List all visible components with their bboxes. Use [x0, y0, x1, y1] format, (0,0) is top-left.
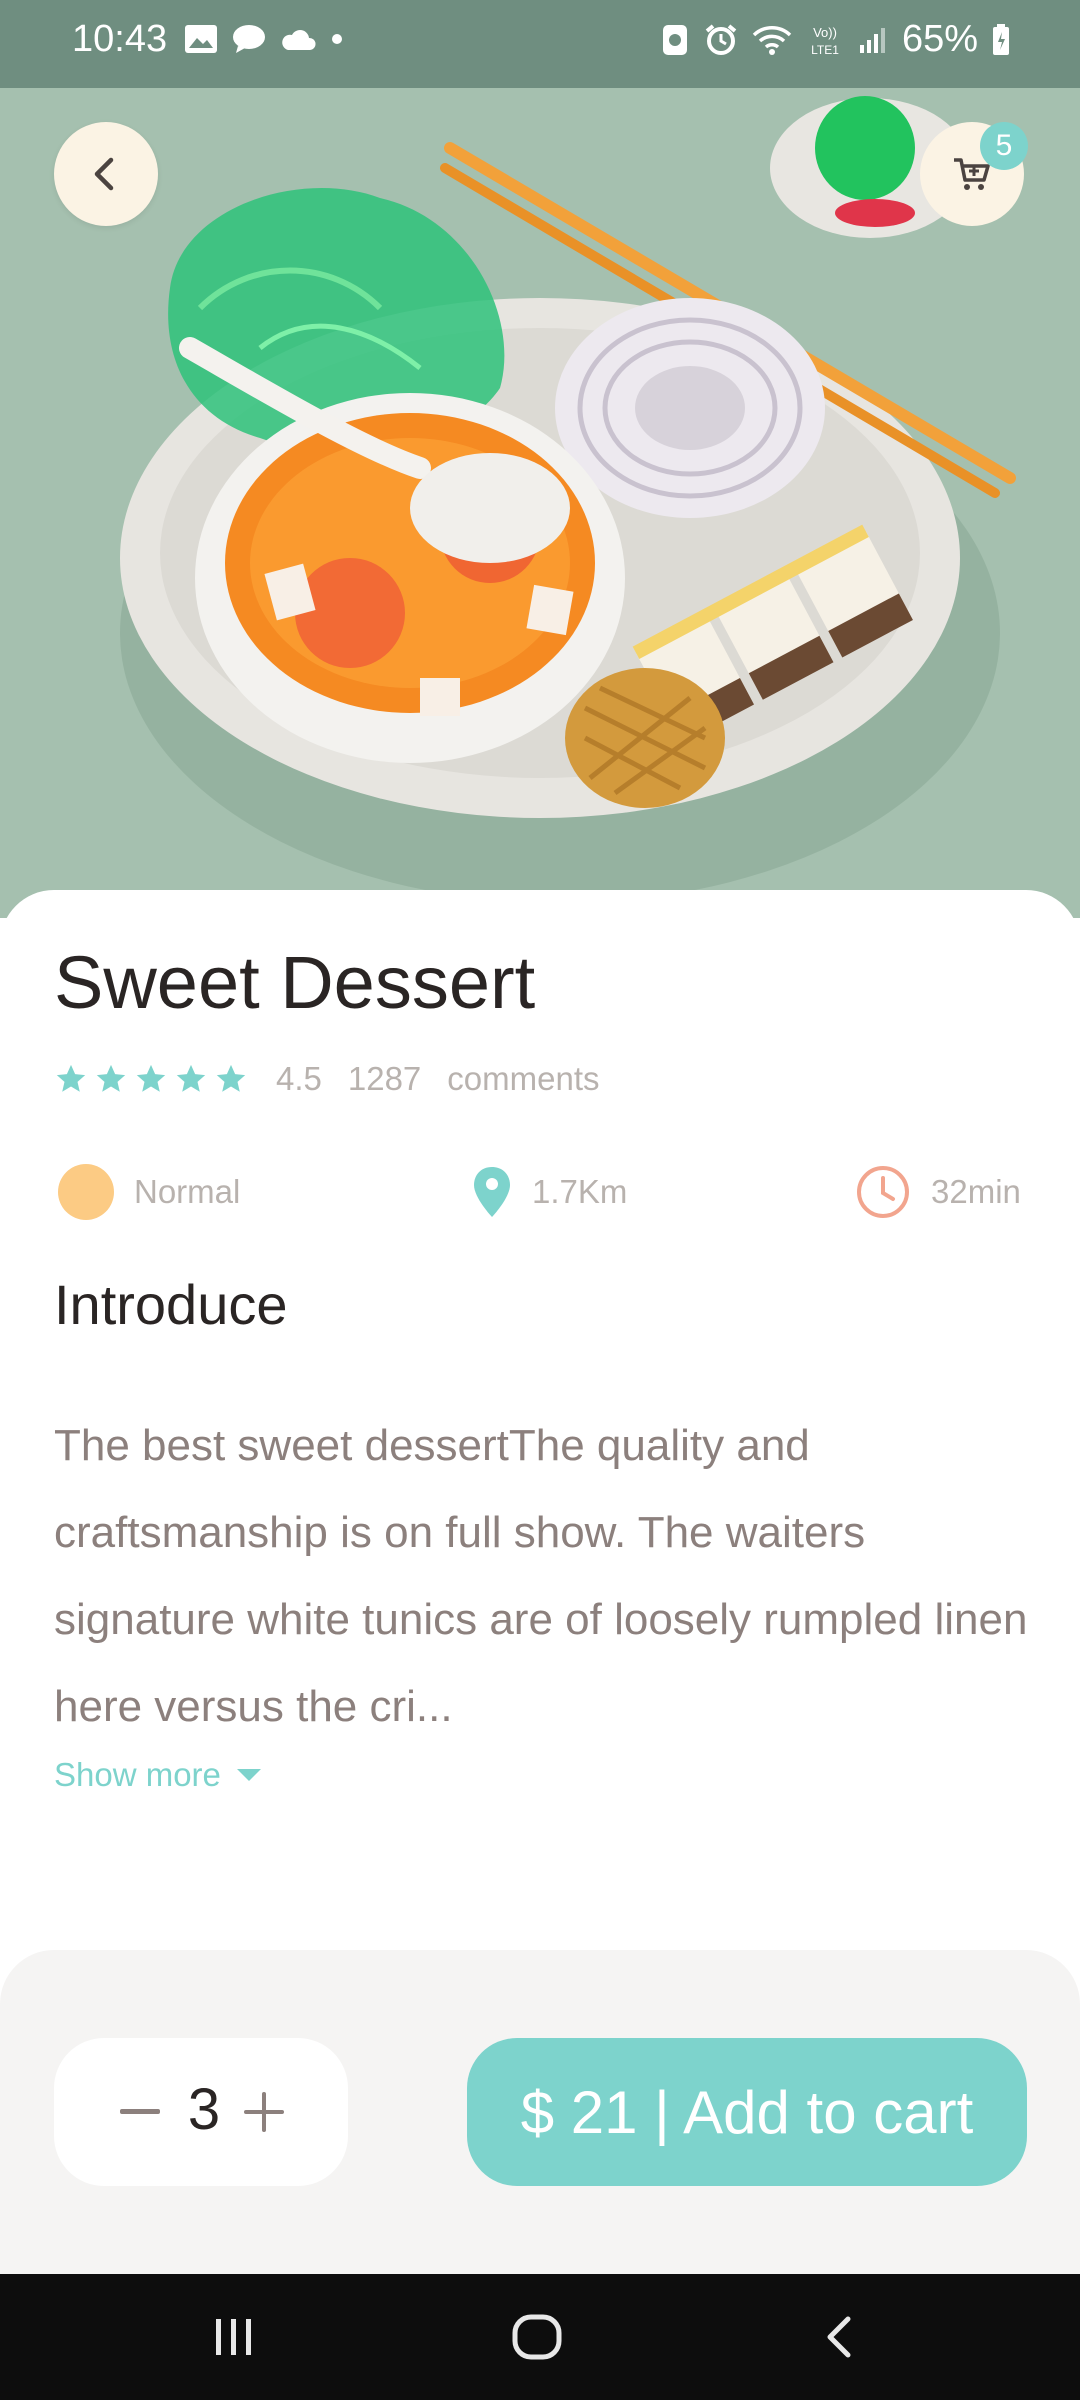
comments-count: 1287 — [347, 1060, 422, 1097]
caret-down-icon — [236, 1769, 261, 1781]
status-system-icons: Vo)) LTE1 65% — [660, 18, 1010, 61]
show-more-label: Show more — [54, 1756, 221, 1793]
show-more-link[interactable]: Show more — [54, 1756, 263, 1794]
quantity-value: 3 — [187, 2077, 221, 2142]
star-icon — [96, 1064, 126, 1092]
spice-level: Normal — [58, 1160, 240, 1224]
recent-apps-button[interactable] — [174, 2302, 294, 2372]
rating-value: 4.5 — [276, 1060, 322, 1097]
quantity-stepper: 3 — [54, 2038, 348, 2186]
status-bar: 10:43 Vo)) LTE1 65% — [0, 0, 1080, 88]
volte-icon: Vo)) LTE1 — [811, 25, 839, 57]
intro-text: The best sweet dessertThe quality and cr… — [54, 1421, 1028, 1731]
home-icon — [512, 2314, 562, 2360]
image-icon — [185, 25, 217, 53]
back-button[interactable] — [54, 122, 158, 226]
star-icon — [176, 1064, 206, 1092]
chat-icon — [233, 25, 265, 53]
battery-percent: 65% — [901, 18, 978, 60]
rating-row: 4.5 1287 comments — [54, 1060, 600, 1098]
cart-count-badge: 5 — [980, 122, 1028, 170]
info-row: Normal 1.7Km 32min — [54, 1160, 1026, 1224]
minus-icon — [120, 2109, 160, 2114]
status-time: 10:43 — [72, 18, 168, 60]
delivery-time-label: 32min — [931, 1173, 1021, 1210]
chevron-left-icon — [94, 157, 114, 191]
star-icon — [136, 1064, 166, 1092]
battery-icon — [993, 23, 1009, 55]
signal-icon — [859, 27, 885, 53]
back-nav-button[interactable] — [780, 2302, 900, 2372]
nfc-icon — [662, 24, 687, 55]
back-arrow-icon — [827, 2316, 851, 2358]
status-notification-icons — [184, 24, 344, 54]
comments-label[interactable]: comments — [447, 1060, 599, 1098]
product-detail-card: Sweet Dessert 4.5 1287 comments Normal 1… — [0, 890, 1080, 1950]
home-button[interactable] — [477, 2302, 597, 2372]
level-dot-icon — [58, 1164, 114, 1220]
alarm-icon — [705, 23, 737, 55]
system-nav-bar — [0, 2274, 1080, 2400]
wifi-icon — [752, 25, 792, 55]
spice-level-label: Normal — [134, 1173, 241, 1210]
clock-icon — [857, 1166, 909, 1218]
delivery-time: 32min — [855, 1160, 1021, 1224]
add-to-cart-button[interactable]: $ 21 | Add to cart — [467, 2038, 1027, 2186]
action-bar: 3 $ 21 | Add to cart — [0, 1950, 1080, 2274]
plus-icon — [244, 2092, 284, 2132]
svg-text:LTE1: LTE1 — [811, 43, 839, 57]
recents-icon — [216, 2319, 251, 2355]
decrease-button[interactable] — [116, 2082, 164, 2142]
dot-icon — [332, 34, 342, 44]
product-title: Sweet Dessert — [54, 941, 536, 1024]
intro-title: Introduce — [54, 1273, 288, 1336]
location-pin-icon — [474, 1167, 510, 1217]
star-icon — [216, 1064, 246, 1092]
distance-label: 1.7Km — [532, 1173, 628, 1210]
star-icon — [56, 1064, 86, 1092]
svg-text:Vo)): Vo)) — [813, 25, 837, 40]
cloud-icon — [282, 30, 316, 50]
product-image — [0, 88, 1080, 918]
star-rating — [54, 1062, 248, 1096]
increase-button[interactable] — [240, 2082, 288, 2142]
distance: 1.7Km — [472, 1160, 627, 1224]
